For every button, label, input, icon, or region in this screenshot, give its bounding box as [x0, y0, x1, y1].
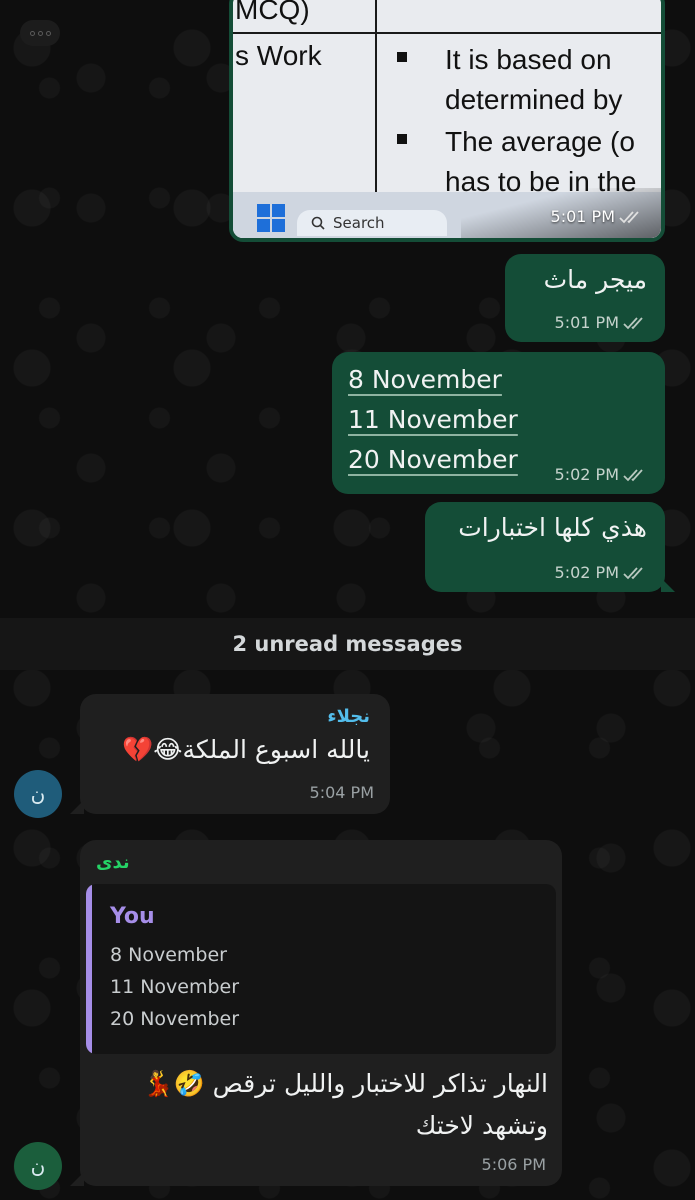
double-check-icon: [623, 566, 643, 579]
date-link[interactable]: 20 November: [348, 445, 518, 474]
quoted-message[interactable]: You 8 November 11 November 20 November: [86, 884, 556, 1054]
message-text: ميجر ماث: [543, 265, 647, 294]
taskbar-search-label: Search: [333, 214, 385, 232]
outgoing-message[interactable]: 8 November 11 November 20 November 5:02 …: [332, 352, 665, 494]
quote-author: You: [110, 904, 155, 929]
message-meta: 5:02 PM: [555, 465, 649, 484]
message-time: 5:01 PM: [554, 313, 619, 332]
unread-messages-banner: 2 unread messages: [0, 618, 695, 670]
message-text: وتشهد لاختك: [415, 1111, 548, 1140]
double-check-icon: [619, 210, 639, 223]
message-time: 5:01 PM: [550, 207, 615, 226]
avatar[interactable]: ن: [14, 1142, 62, 1190]
date-link[interactable]: 8 November: [348, 365, 502, 394]
message-text: يالله اسبوع الملكة😂💔: [122, 735, 370, 764]
taskbar-search: Search: [297, 210, 447, 236]
message-time: 5:04 PM: [309, 783, 374, 802]
message-text: النهار تذاكر للاختبار والليل ترقص 🤣💃: [142, 1069, 548, 1098]
message-time: 5:02 PM: [554, 465, 619, 484]
doc-cell-text: s Work: [235, 40, 322, 71]
doc-line: determined by: [445, 84, 623, 115]
sender-name[interactable]: ندى: [96, 852, 130, 873]
doc-cell-text: MCQ): [235, 0, 310, 25]
sender-name[interactable]: نجلاء: [327, 706, 370, 727]
search-icon: [311, 216, 325, 230]
double-check-icon: [623, 468, 643, 481]
double-check-icon: [623, 316, 643, 329]
message-meta: 5:01 PM: [555, 313, 649, 332]
quote-line: 8 November: [110, 944, 227, 966]
doc-line: It is based on: [445, 44, 612, 75]
message-time: 5:06 PM: [481, 1155, 546, 1174]
quote-line: 20 November: [110, 1008, 240, 1030]
status-indicator: [20, 20, 60, 46]
incoming-message[interactable]: ندى You 8 November 11 November 20 Novemb…: [70, 840, 562, 1186]
avatar[interactable]: ن: [14, 770, 62, 818]
date-link[interactable]: 11 November: [348, 405, 518, 434]
incoming-message[interactable]: نجلاء يالله اسبوع الملكة😂💔 5:04 PM: [70, 694, 390, 814]
image-message[interactable]: MCQ) s Work It is based on determined by…: [229, 0, 665, 242]
doc-line: The average (o: [445, 126, 635, 157]
outgoing-message[interactable]: ميجر ماث 5:01 PM: [505, 254, 665, 342]
windows-icon: [257, 204, 285, 232]
message-meta: 5:01 PM: [551, 207, 645, 226]
message-time: 5:02 PM: [554, 563, 619, 582]
quote-line: 11 November: [110, 976, 240, 998]
message-meta: 5:02 PM: [555, 563, 649, 582]
message-text: هذي كلها اختبارات: [458, 513, 647, 542]
outgoing-message[interactable]: هذي كلها اختبارات 5:02 PM: [425, 502, 675, 592]
